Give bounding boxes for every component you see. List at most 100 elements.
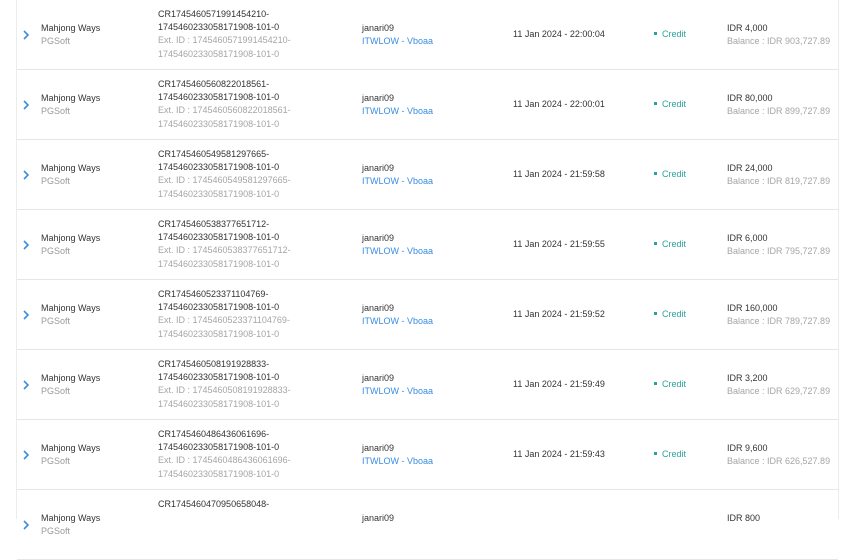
game-cell: Mahjong Ways PGSoft [41,372,100,398]
balance-value: Balance : IDR 819,727.89 [727,176,831,186]
game-name: Mahjong Ways [41,163,101,173]
transactions-table: Mahjong Ways PGSoft CR174546057199145421… [17,0,838,560]
transaction-type: Credit [654,239,686,249]
transaction-type: Credit [654,99,686,109]
transaction-date: 11 Jan 2024 - 22:00:01 [513,99,605,109]
username: janari09 [362,233,395,243]
balance-value: Balance : IDR 626,527.89 [727,456,831,466]
transaction-type-label: Credit [662,239,687,249]
table-row[interactable]: Mahjong Ways PGSoft CR174546048643606169… [17,420,838,490]
transaction-id-line1: CR1745460508191928833- [158,359,270,369]
external-id-line1: Ext. ID : 1745460571991454210- [158,35,291,46]
game-provider: PGSoft [41,106,71,116]
game-provider: PGSoft [41,526,71,536]
chevron-right-icon[interactable] [21,518,31,532]
game-name: Mahjong Ways [41,443,101,453]
game-name: Mahjong Ways [41,303,101,313]
transaction-type-label: Credit [662,379,687,389]
amount-value: IDR 3,200 [727,373,768,383]
table-row[interactable]: Mahjong Ways PGSoft CR174546056082201856… [17,70,838,140]
transaction-type-label: Credit [662,309,687,319]
transaction-date: 11 Jan 2024 - 21:59:49 [513,379,605,389]
external-id-line1: Ext. ID : 1745460523371104769- [158,315,290,326]
table-row[interactable]: Mahjong Ways PGSoft CR174546052337110476… [17,280,838,350]
chevron-right-icon[interactable] [21,28,31,42]
username: janari09 [362,373,395,383]
agent-link[interactable]: ITWLOW - Vboaa [362,385,433,398]
status-dot-icon [654,312,657,316]
balance-value: Balance : IDR 789,727.89 [727,316,831,326]
chevron-right-icon[interactable] [21,448,31,462]
game-provider: PGSoft [41,456,71,466]
external-id-line2: 1745460233058171908-101-0 [158,258,280,269]
transaction-id-line1: CR1745460486436061696- [158,429,270,439]
table-row[interactable]: Mahjong Ways PGSoft CR174546057199145421… [17,0,838,70]
transaction-id-line1: CR1745460571991454210- [158,9,270,19]
username: janari09 [362,163,395,173]
transaction-type: Credit [654,379,686,389]
transaction-type-label: Credit [662,99,687,109]
game-cell: Mahjong Ways PGSoft [41,162,100,188]
agent-link[interactable]: ITWLOW - Vboaa [362,175,433,188]
agent-link[interactable]: ITWLOW - Vboaa [362,245,433,258]
chevron-right-icon[interactable] [21,98,31,112]
table-right-border [838,0,839,519]
status-dot-icon [654,172,657,176]
transaction-type-label: Credit [662,29,687,39]
agent-link[interactable]: ITWLOW - Vboaa [362,105,433,118]
balance-value: Balance : IDR 903,727.89 [727,36,831,46]
amount-value: IDR 24,000 [727,163,773,173]
game-name: Mahjong Ways [41,23,101,33]
game-provider: PGSoft [41,36,71,46]
balance-value: Balance : IDR 795,727.89 [727,246,831,256]
external-id-line1: Ext. ID : 1745460508191928833- [158,385,291,396]
game-provider: PGSoft [41,246,71,256]
user-cell: janari09 ITWLOW - Vboaa [362,22,433,48]
external-id-line2: 1745460233058171908-101-0 [158,328,280,339]
amount-cell: IDR 9,600 Balance : IDR 626,527.89 [727,442,830,468]
status-dot-icon [654,452,657,456]
username: janari09 [362,443,395,453]
table-row[interactable]: Mahjong Ways PGSoft CR174546054958129766… [17,140,838,210]
transaction-id-line2: 1745460233058171908-101-0 [158,92,280,103]
table-row[interactable]: Mahjong Ways PGSoft CR174546047095065804… [17,490,838,560]
table-row[interactable]: Mahjong Ways PGSoft CR174546053837765171… [17,210,838,280]
chevron-right-icon[interactable] [21,378,31,392]
username: janari09 [362,303,395,313]
transaction-id-cell: CR1745460571991454210- 17454602330581719… [158,8,291,61]
username: janari09 [362,23,395,33]
agent-link[interactable]: ITWLOW - Vboaa [362,315,433,328]
game-cell: Mahjong Ways PGSoft [41,302,100,328]
transaction-id-line1: CR1745460538377651712- [158,219,270,229]
external-id-line1: Ext. ID : 1745460538377651712- [158,245,291,256]
external-id-line2: 1745460233058171908-101-0 [158,468,280,479]
transaction-date: 11 Jan 2024 - 22:00:04 [513,29,605,39]
amount-cell: IDR 4,000 Balance : IDR 903,727.89 [727,22,830,48]
external-id-line2: 1745460233058171908-101-0 [158,118,280,129]
agent-link[interactable]: ITWLOW - Vboaa [362,35,433,48]
user-cell: janari09 ITWLOW - Vboaa [362,162,433,188]
table-row[interactable]: Mahjong Ways PGSoft CR174546050819192883… [17,350,838,420]
external-id-line1: Ext. ID : 1745460549581297665- [158,175,291,186]
chevron-right-icon[interactable] [21,168,31,182]
game-cell: Mahjong Ways PGSoft [41,232,100,258]
transaction-type: Credit [654,449,686,459]
transaction-id-cell: CR1745460486436061696- 17454602330581719… [158,428,291,481]
chevron-right-icon[interactable] [21,308,31,322]
external-id-line2: 1745460233058171908-101-0 [158,188,280,199]
game-name: Mahjong Ways [41,373,101,383]
status-dot-icon [654,102,657,106]
game-cell: Mahjong Ways PGSoft [41,512,100,538]
amount-value: IDR 9,600 [727,443,768,453]
transaction-date: 11 Jan 2024 - 21:59:55 [513,239,605,249]
game-cell: Mahjong Ways PGSoft [41,22,100,48]
game-provider: PGSoft [41,176,71,186]
transaction-id-line1: CR1745460549581297665- [158,149,270,159]
transaction-id-cell: CR1745460470950658048- [158,498,269,511]
agent-link[interactable]: ITWLOW - Vboaa [362,455,433,468]
transaction-id-line2: 1745460233058171908-101-0 [158,302,280,313]
chevron-right-icon[interactable] [21,238,31,252]
user-cell: janari09 ITWLOW - Vboaa [362,442,433,468]
status-dot-icon [654,382,657,386]
transaction-type: Credit [654,29,686,39]
